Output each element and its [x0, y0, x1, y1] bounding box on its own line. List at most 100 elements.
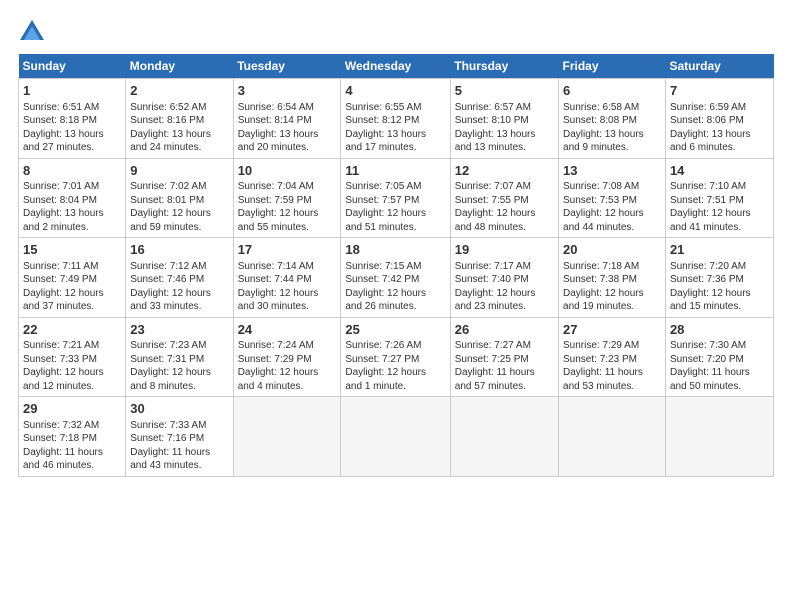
- day-details: Sunrise: 6:52 AM Sunset: 8:16 PM Dayligh…: [130, 102, 211, 154]
- calendar-cell: 23Sunrise: 7:23 AM Sunset: 7:31 PM Dayli…: [126, 317, 233, 397]
- day-details: Sunrise: 7:27 AM Sunset: 7:25 PM Dayligh…: [455, 340, 535, 392]
- day-details: Sunrise: 6:58 AM Sunset: 8:08 PM Dayligh…: [563, 102, 644, 154]
- day-number: 12: [455, 162, 554, 180]
- calendar-cell: 27Sunrise: 7:29 AM Sunset: 7:23 PM Dayli…: [559, 317, 666, 397]
- day-details: Sunrise: 7:10 AM Sunset: 7:51 PM Dayligh…: [670, 181, 751, 233]
- calendar-cell: 19Sunrise: 7:17 AM Sunset: 7:40 PM Dayli…: [450, 238, 558, 318]
- day-header-wednesday: Wednesday: [341, 54, 450, 79]
- day-number: 3: [238, 82, 337, 100]
- day-number: 24: [238, 321, 337, 339]
- calendar-cell: [450, 397, 558, 477]
- logo: [18, 18, 48, 46]
- day-details: Sunrise: 7:07 AM Sunset: 7:55 PM Dayligh…: [455, 181, 536, 233]
- day-number: 11: [345, 162, 445, 180]
- day-details: Sunrise: 7:11 AM Sunset: 7:49 PM Dayligh…: [23, 261, 104, 313]
- day-details: Sunrise: 7:08 AM Sunset: 7:53 PM Dayligh…: [563, 181, 644, 233]
- day-details: Sunrise: 7:32 AM Sunset: 7:18 PM Dayligh…: [23, 420, 103, 472]
- day-number: 15: [23, 241, 121, 259]
- calendar-week-row: 22Sunrise: 7:21 AM Sunset: 7:33 PM Dayli…: [19, 317, 774, 397]
- day-details: Sunrise: 6:54 AM Sunset: 8:14 PM Dayligh…: [238, 102, 319, 154]
- calendar-cell: 22Sunrise: 7:21 AM Sunset: 7:33 PM Dayli…: [19, 317, 126, 397]
- day-number: 7: [670, 82, 769, 100]
- calendar-cell: 5 Sunrise: 6:57 AM Sunset: 8:10 PM Daylig…: [450, 79, 558, 159]
- day-details: Sunrise: 7:02 AM Sunset: 8:01 PM Dayligh…: [130, 181, 211, 233]
- calendar-cell: 24Sunrise: 7:24 AM Sunset: 7:29 PM Dayli…: [233, 317, 341, 397]
- calendar-week-row: 1 Sunrise: 6:51 AM Sunset: 8:18 PM Daylig…: [19, 79, 774, 159]
- calendar-cell: 14Sunrise: 7:10 AM Sunset: 7:51 PM Dayli…: [665, 158, 773, 238]
- day-details: Sunrise: 6:55 AM Sunset: 8:12 PM Dayligh…: [345, 102, 426, 154]
- day-details: Sunrise: 7:33 AM Sunset: 7:16 PM Dayligh…: [130, 420, 210, 472]
- day-details: Sunrise: 7:21 AM Sunset: 7:33 PM Dayligh…: [23, 340, 104, 392]
- calendar-cell: [665, 397, 773, 477]
- calendar-cell: 15 Sunrise: 7:11 AM Sunset: 7:49 PM Dayli…: [19, 238, 126, 318]
- day-number: 14: [670, 162, 769, 180]
- day-number: 5: [455, 82, 554, 100]
- day-details: Sunrise: 6:51 AM Sunset: 8:18 PM Dayligh…: [23, 102, 104, 154]
- day-number: 27: [563, 321, 661, 339]
- calendar-cell: 17 Sunrise: 7:14 AM Sunset: 7:44 PM Dayli…: [233, 238, 341, 318]
- calendar-cell: 28Sunrise: 7:30 AM Sunset: 7:20 PM Dayli…: [665, 317, 773, 397]
- calendar-cell: 11Sunrise: 7:05 AM Sunset: 7:57 PM Dayli…: [341, 158, 450, 238]
- calendar-cell: [341, 397, 450, 477]
- day-number: 25: [345, 321, 445, 339]
- day-details: Sunrise: 7:04 AM Sunset: 7:59 PM Dayligh…: [238, 181, 319, 233]
- calendar-cell: 1 Sunrise: 6:51 AM Sunset: 8:18 PM Daylig…: [19, 79, 126, 159]
- calendar-cell: 3 Sunrise: 6:54 AM Sunset: 8:14 PM Daylig…: [233, 79, 341, 159]
- calendar-cell: 9Sunrise: 7:02 AM Sunset: 8:01 PM Daylig…: [126, 158, 233, 238]
- calendar-cell: 18Sunrise: 7:15 AM Sunset: 7:42 PM Dayli…: [341, 238, 450, 318]
- day-header-monday: Monday: [126, 54, 233, 79]
- page: SundayMondayTuesdayWednesdayThursdayFrid…: [0, 0, 792, 612]
- calendar-cell: 13Sunrise: 7:08 AM Sunset: 7:53 PM Dayli…: [559, 158, 666, 238]
- day-number: 13: [563, 162, 661, 180]
- day-details: Sunrise: 7:20 AM Sunset: 7:36 PM Dayligh…: [670, 261, 751, 313]
- day-number: 2: [130, 82, 228, 100]
- day-number: 29: [23, 400, 121, 418]
- calendar-cell: 16Sunrise: 7:12 AM Sunset: 7:46 PM Dayli…: [126, 238, 233, 318]
- day-number: 9: [130, 162, 228, 180]
- calendar-cell: [233, 397, 341, 477]
- calendar-cell: 29 Sunrise: 7:32 AM Sunset: 7:18 PM Dayli…: [19, 397, 126, 477]
- calendar-week-row: 15 Sunrise: 7:11 AM Sunset: 7:49 PM Dayli…: [19, 238, 774, 318]
- calendar-cell: 8Sunrise: 7:01 AM Sunset: 8:04 PM Daylig…: [19, 158, 126, 238]
- logo-icon: [18, 18, 46, 46]
- day-number: 30: [130, 400, 228, 418]
- calendar-cell: 6 Sunrise: 6:58 AM Sunset: 8:08 PM Daylig…: [559, 79, 666, 159]
- day-number: 20: [563, 241, 661, 259]
- day-number: 8: [23, 162, 121, 180]
- calendar-cell: [559, 397, 666, 477]
- day-details: Sunrise: 6:57 AM Sunset: 8:10 PM Dayligh…: [455, 102, 536, 154]
- day-details: Sunrise: 7:23 AM Sunset: 7:31 PM Dayligh…: [130, 340, 211, 392]
- day-details: Sunrise: 7:15 AM Sunset: 7:42 PM Dayligh…: [345, 261, 426, 313]
- calendar-table: SundayMondayTuesdayWednesdayThursdayFrid…: [18, 54, 774, 477]
- day-number: 10: [238, 162, 337, 180]
- day-number: 28: [670, 321, 769, 339]
- calendar-header-row: SundayMondayTuesdayWednesdayThursdayFrid…: [19, 54, 774, 79]
- calendar-cell: 7 Sunrise: 6:59 AM Sunset: 8:06 PM Daylig…: [665, 79, 773, 159]
- calendar-cell: 10Sunrise: 7:04 AM Sunset: 7:59 PM Dayli…: [233, 158, 341, 238]
- day-number: 17: [238, 241, 337, 259]
- day-number: 26: [455, 321, 554, 339]
- day-header-sunday: Sunday: [19, 54, 126, 79]
- calendar-cell: 2 Sunrise: 6:52 AM Sunset: 8:16 PM Daylig…: [126, 79, 233, 159]
- day-details: Sunrise: 7:26 AM Sunset: 7:27 PM Dayligh…: [345, 340, 426, 392]
- day-details: Sunrise: 7:18 AM Sunset: 7:38 PM Dayligh…: [563, 261, 644, 313]
- day-header-saturday: Saturday: [665, 54, 773, 79]
- day-details: Sunrise: 7:29 AM Sunset: 7:23 PM Dayligh…: [563, 340, 643, 392]
- calendar-week-row: 29 Sunrise: 7:32 AM Sunset: 7:18 PM Dayli…: [19, 397, 774, 477]
- calendar-cell: 12Sunrise: 7:07 AM Sunset: 7:55 PM Dayli…: [450, 158, 558, 238]
- calendar-cell: 30 Sunrise: 7:33 AM Sunset: 7:16 PM Dayli…: [126, 397, 233, 477]
- day-details: Sunrise: 7:14 AM Sunset: 7:44 PM Dayligh…: [238, 261, 319, 313]
- day-number: 6: [563, 82, 661, 100]
- day-details: Sunrise: 7:17 AM Sunset: 7:40 PM Dayligh…: [455, 261, 536, 313]
- calendar-cell: 20 Sunrise: 7:18 AM Sunset: 7:38 PM Dayli…: [559, 238, 666, 318]
- day-details: Sunrise: 6:59 AM Sunset: 8:06 PM Dayligh…: [670, 102, 751, 154]
- day-number: 22: [23, 321, 121, 339]
- day-number: 23: [130, 321, 228, 339]
- day-header-tuesday: Tuesday: [233, 54, 341, 79]
- calendar-cell: 25Sunrise: 7:26 AM Sunset: 7:27 PM Dayli…: [341, 317, 450, 397]
- day-header-friday: Friday: [559, 54, 666, 79]
- day-number: 21: [670, 241, 769, 259]
- day-details: Sunrise: 7:05 AM Sunset: 7:57 PM Dayligh…: [345, 181, 426, 233]
- day-number: 1: [23, 82, 121, 100]
- header: [18, 18, 774, 46]
